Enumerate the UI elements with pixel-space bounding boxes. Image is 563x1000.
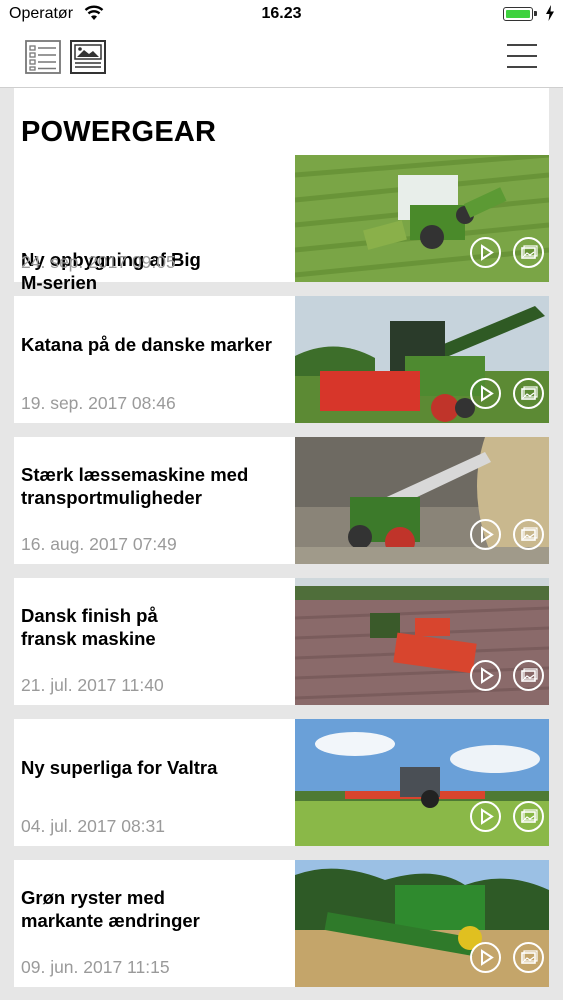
battery-nub — [534, 11, 537, 16]
play-icon — [470, 660, 501, 691]
article-title-line: Dansk finish på — [21, 605, 158, 626]
gallery-icon — [513, 942, 544, 973]
article-thumbnail[interactable] — [295, 296, 549, 423]
thumbnail-image — [295, 296, 549, 423]
gallery-icon — [513, 378, 544, 409]
thumbnail-image — [295, 155, 549, 282]
article-title-line: fransk maskine — [21, 628, 156, 649]
article-thumbnail[interactable] — [295, 860, 549, 987]
play-icon — [470, 237, 501, 268]
play-icon — [470, 378, 501, 409]
gallery-icon — [513, 801, 544, 832]
article-title-line: Katana på de danske marker — [21, 334, 272, 355]
thumbnail-image — [295, 860, 549, 987]
gallery-icon — [513, 237, 544, 268]
battery-fill — [506, 10, 530, 18]
article-title: Grøn ryster med markante ændringer — [21, 886, 289, 932]
article-title-line: Grøn ryster med — [21, 887, 165, 908]
article-thumbnail[interactable] — [295, 719, 549, 846]
article-card[interactable]: Ny opbygning af Big M-serien 24. sep. 20… — [14, 155, 549, 293]
article-thumbnail[interactable] — [295, 155, 549, 282]
article-card[interactable]: Ny superliga for Valtra 04. jul. 2017 08… — [14, 719, 549, 846]
article-list: POWERGEAR Ny opbygning af Big M-serien 2… — [14, 88, 549, 1000]
article-title-line: transportmuligheder — [21, 487, 202, 508]
article-thumbnail[interactable] — [295, 437, 549, 564]
thumbnail-image — [295, 578, 549, 705]
section-header: POWERGEAR — [14, 88, 549, 156]
clock: 16.23 — [261, 5, 302, 22]
article-date: 04. jul. 2017 08:31 — [21, 816, 166, 836]
article-date: 09. jun. 2017 11:15 — [21, 957, 170, 977]
battery-icon — [503, 7, 537, 21]
toolbar — [0, 30, 563, 88]
article-date: 16. aug. 2017 07:49 — [21, 534, 177, 554]
article-date: 24. sep. 2017 09:05 — [21, 252, 176, 272]
article-title-line: M-serien — [21, 272, 98, 293]
article-title: Katana på de danske marker — [21, 333, 289, 356]
article-card[interactable]: Grøn ryster med markante ændringer 09. j… — [14, 860, 549, 987]
article-title-line: Stærk læssemaskine med — [21, 464, 249, 485]
article-card[interactable]: Dansk finish på fransk maskine 21. jul. … — [14, 578, 549, 705]
thumbnail-image — [295, 719, 549, 846]
article-title: Ny superliga for Valtra — [21, 756, 289, 779]
list-view-icon[interactable] — [25, 40, 61, 74]
article-view-icon[interactable] — [70, 40, 106, 74]
play-icon — [470, 519, 501, 550]
article-title-line: markante ændringer — [21, 910, 200, 931]
article-date: 21. jul. 2017 11:40 — [21, 675, 164, 695]
article-title: Dansk finish på fransk maskine — [21, 604, 289, 650]
gallery-icon — [513, 660, 544, 691]
gallery-icon — [513, 519, 544, 550]
charging-bolt-icon — [546, 5, 554, 21]
article-date: 19. sep. 2017 08:46 — [21, 393, 176, 413]
article-card[interactable]: Katana på de danske marker 19. sep. 2017… — [14, 296, 549, 423]
status-bar: Operatør 16.23 — [0, 0, 563, 30]
article-thumbnail[interactable] — [295, 578, 549, 705]
play-icon — [470, 801, 501, 832]
article-card[interactable]: Stærk læssemaskine med transportmulighed… — [14, 437, 549, 564]
play-icon — [470, 942, 501, 973]
thumbnail-image — [295, 437, 549, 564]
hamburger-menu-icon[interactable] — [507, 44, 537, 68]
article-title-line: Ny superliga for Valtra — [21, 757, 218, 778]
article-title: Stærk læssemaskine med transportmulighed… — [21, 463, 289, 509]
section-title: POWERGEAR — [21, 116, 217, 148]
